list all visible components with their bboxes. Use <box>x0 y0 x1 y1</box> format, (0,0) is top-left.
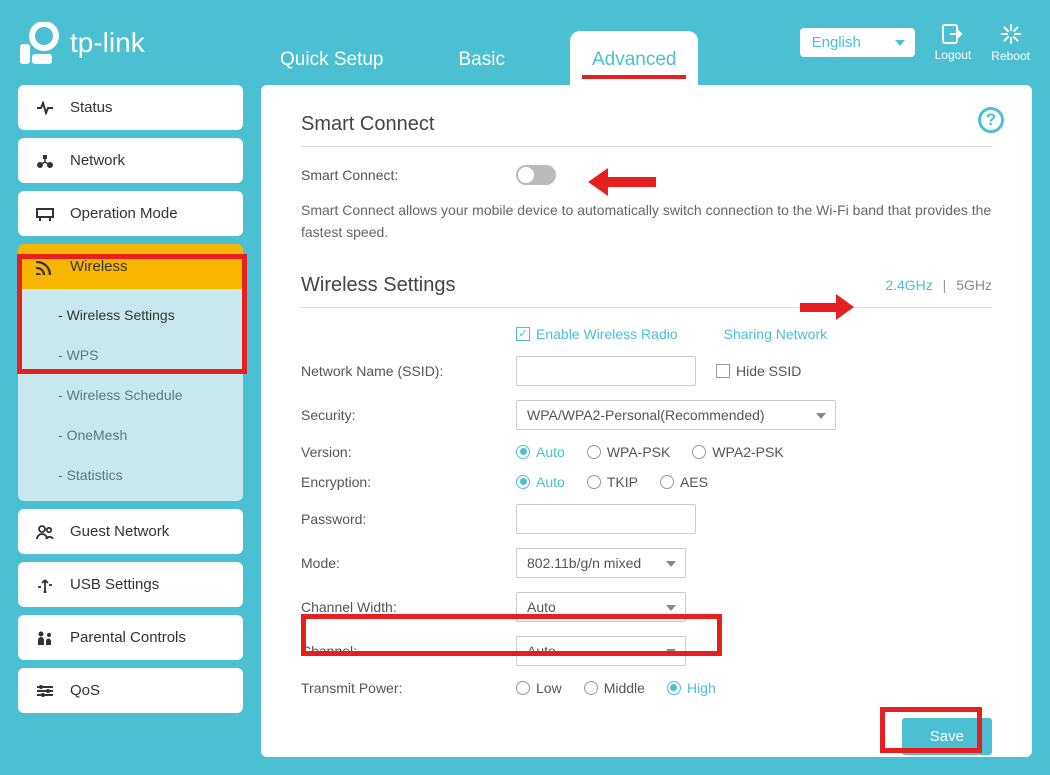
sidebar-item-usb-settings[interactable]: USB Settings <box>18 562 243 607</box>
ssid-input[interactable] <box>516 356 696 386</box>
network-icon <box>34 153 56 169</box>
mode-label: Mode: <box>301 555 516 571</box>
band-24ghz[interactable]: 2.4GHz <box>885 277 932 293</box>
version-wpa2psk-radio[interactable]: WPA2-PSK <box>692 444 783 460</box>
tx-middle-radio[interactable]: Middle <box>584 680 645 696</box>
save-button[interactable]: Save <box>902 718 992 755</box>
qos-icon <box>34 684 56 698</box>
smart-connect-title: Smart Connect <box>301 113 992 147</box>
status-icon <box>34 101 56 115</box>
hide-ssid-checkbox[interactable]: Hide SSID <box>716 363 801 379</box>
smart-connect-label: Smart Connect: <box>301 167 516 183</box>
security-select[interactable]: WPA/WPA2-Personal(Recommended) <box>516 400 836 430</box>
mode-select[interactable]: 802.11b/g/n mixed <box>516 548 686 578</box>
sidebar-item-status[interactable]: Status <box>18 85 243 130</box>
guest-icon <box>34 524 56 540</box>
logout-icon <box>942 24 964 44</box>
sharing-network-link[interactable]: Sharing Network <box>724 326 828 342</box>
sidebar-item-operation-mode[interactable]: Operation Mode <box>18 191 243 236</box>
version-label: Version: <box>301 444 516 460</box>
password-label: Password: <box>301 511 516 527</box>
version-auto-radio[interactable]: Auto <box>516 444 565 460</box>
sidebar: Status Network Operation Mode Wireless W… <box>18 85 243 757</box>
tp-link-logo-icon <box>20 22 60 64</box>
encryption-aes-radio[interactable]: AES <box>660 474 708 490</box>
help-icon[interactable]: ? <box>978 107 1004 133</box>
band-5ghz[interactable]: 5GHz <box>956 277 992 293</box>
wireless-settings-title: Wireless Settings 2.4GHz | 5GHz <box>301 274 992 308</box>
sidebar-sub-wps[interactable]: WPS <box>18 335 243 375</box>
security-label: Security: <box>301 407 516 423</box>
sidebar-sub-statistics[interactable]: Statistics <box>18 455 243 495</box>
transmit-power-label: Transmit Power: <box>301 680 516 696</box>
encryption-tkip-radio[interactable]: TKIP <box>587 474 638 490</box>
version-wpapsk-radio[interactable]: WPA-PSK <box>587 444 671 460</box>
sidebar-sub-wireless-schedule[interactable]: Wireless Schedule <box>18 375 243 415</box>
language-select[interactable]: English <box>800 28 915 57</box>
tab-advanced[interactable]: Advanced <box>570 31 699 85</box>
brand-text: tp-link <box>70 27 145 59</box>
ssid-label: Network Name (SSID): <box>301 363 516 379</box>
sidebar-item-guest-network[interactable]: Guest Network <box>18 509 243 554</box>
usb-icon <box>34 577 56 593</box>
sidebar-item-qos[interactable]: QoS <box>18 668 243 713</box>
enable-wireless-radio-checkbox[interactable]: ✓ Enable Wireless Radio <box>516 326 678 342</box>
channel-width-label: Channel Width: <box>301 599 516 615</box>
sidebar-item-parental-controls[interactable]: Parental Controls <box>18 615 243 660</box>
sidebar-item-wireless[interactable]: Wireless <box>18 244 243 289</box>
password-input[interactable] <box>516 504 696 534</box>
channel-select[interactable]: Auto <box>516 636 686 666</box>
channel-width-select[interactable]: Auto <box>516 592 686 622</box>
smart-connect-desc: Smart Connect allows your mobile device … <box>301 199 992 244</box>
encryption-auto-radio[interactable]: Auto <box>516 474 565 490</box>
sidebar-sub-onemesh[interactable]: OneMesh <box>18 415 243 455</box>
tx-high-radio[interactable]: High <box>667 680 716 696</box>
smart-connect-toggle[interactable] <box>516 165 556 185</box>
tab-basic[interactable]: Basic <box>449 31 515 85</box>
sidebar-item-network[interactable]: Network <box>18 138 243 183</box>
content-panel: ? Smart Connect Smart Connect: Smart Con… <box>261 85 1032 757</box>
reboot-icon <box>1000 23 1022 45</box>
parental-icon <box>34 630 56 646</box>
sidebar-sub-wireless-settings[interactable]: Wireless Settings <box>18 295 243 335</box>
tx-low-radio[interactable]: Low <box>516 680 562 696</box>
reboot-button[interactable]: Reboot <box>991 23 1030 63</box>
channel-label: Channel: <box>301 643 516 659</box>
logout-button[interactable]: Logout <box>935 24 972 62</box>
operation-icon <box>34 206 56 222</box>
encryption-label: Encryption: <box>301 474 516 490</box>
sidebar-wireless-submenu: Wireless Settings WPS Wireless Schedule … <box>18 289 243 501</box>
brand-logo: tp-link <box>20 22 245 64</box>
tab-quick-setup[interactable]: Quick Setup <box>270 31 394 85</box>
wireless-icon <box>34 259 56 275</box>
